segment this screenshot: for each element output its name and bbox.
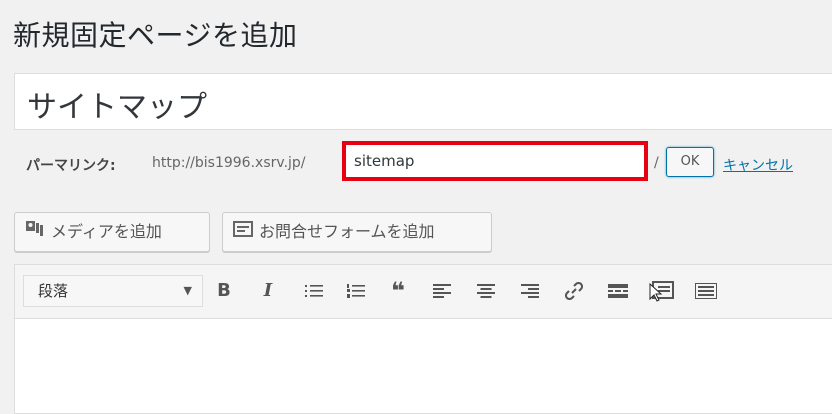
- add-media-button[interactable]: メディアを追加: [14, 212, 210, 252]
- align-right-icon[interactable]: [517, 277, 543, 305]
- format-select-value: 段落: [38, 282, 69, 300]
- form-icon: [233, 214, 253, 252]
- slug-input[interactable]: sitemap: [354, 152, 414, 170]
- align-center-icon[interactable]: [473, 277, 499, 305]
- keyboard-icon[interactable]: [693, 277, 719, 305]
- italic-icon[interactable]: I: [255, 277, 281, 305]
- read-more-icon[interactable]: [605, 277, 631, 305]
- align-left-icon[interactable]: [429, 277, 455, 305]
- bullet-list-icon[interactable]: [301, 277, 327, 305]
- slug-field[interactable]: sitemap: [342, 141, 648, 181]
- cancel-link[interactable]: キャンセル: [723, 155, 793, 175]
- add-form-button[interactable]: お問合せフォームを追加: [222, 212, 492, 252]
- permalink-base-url: http://bis1996.xsrv.jp/: [152, 155, 306, 171]
- add-media-label: メディアを追加: [51, 222, 162, 241]
- chevron-down-icon: ▼: [183, 284, 192, 297]
- editor-toolbar: 段落 ▼ B I ❝: [15, 265, 832, 319]
- page-title: 新規固定ページを追加: [13, 19, 298, 52]
- ok-button[interactable]: OK: [666, 147, 714, 177]
- add-form-label: お問合せフォームを追加: [259, 222, 435, 241]
- link-icon[interactable]: [561, 277, 587, 305]
- post-title-input[interactable]: サイトマップ: [27, 82, 207, 126]
- toolbar-toggle-icon[interactable]: [649, 277, 675, 305]
- format-select[interactable]: 段落 ▼: [23, 275, 203, 307]
- permalink-label: パーマリンク:: [26, 158, 116, 174]
- editor-content-area[interactable]: [15, 319, 832, 413]
- permalink-slash: /: [654, 155, 659, 171]
- blockquote-icon[interactable]: ❝: [385, 277, 411, 305]
- media-icon: [25, 214, 45, 252]
- content-editor: 段落 ▼ B I ❝: [14, 264, 832, 414]
- permalink-row: パーマリンク: http://bis1996.xsrv.jp/ sitemap …: [26, 141, 826, 181]
- bold-icon[interactable]: B: [211, 277, 237, 305]
- post-title-field[interactable]: サイトマップ: [14, 73, 832, 130]
- numbered-list-icon[interactable]: [343, 277, 369, 305]
